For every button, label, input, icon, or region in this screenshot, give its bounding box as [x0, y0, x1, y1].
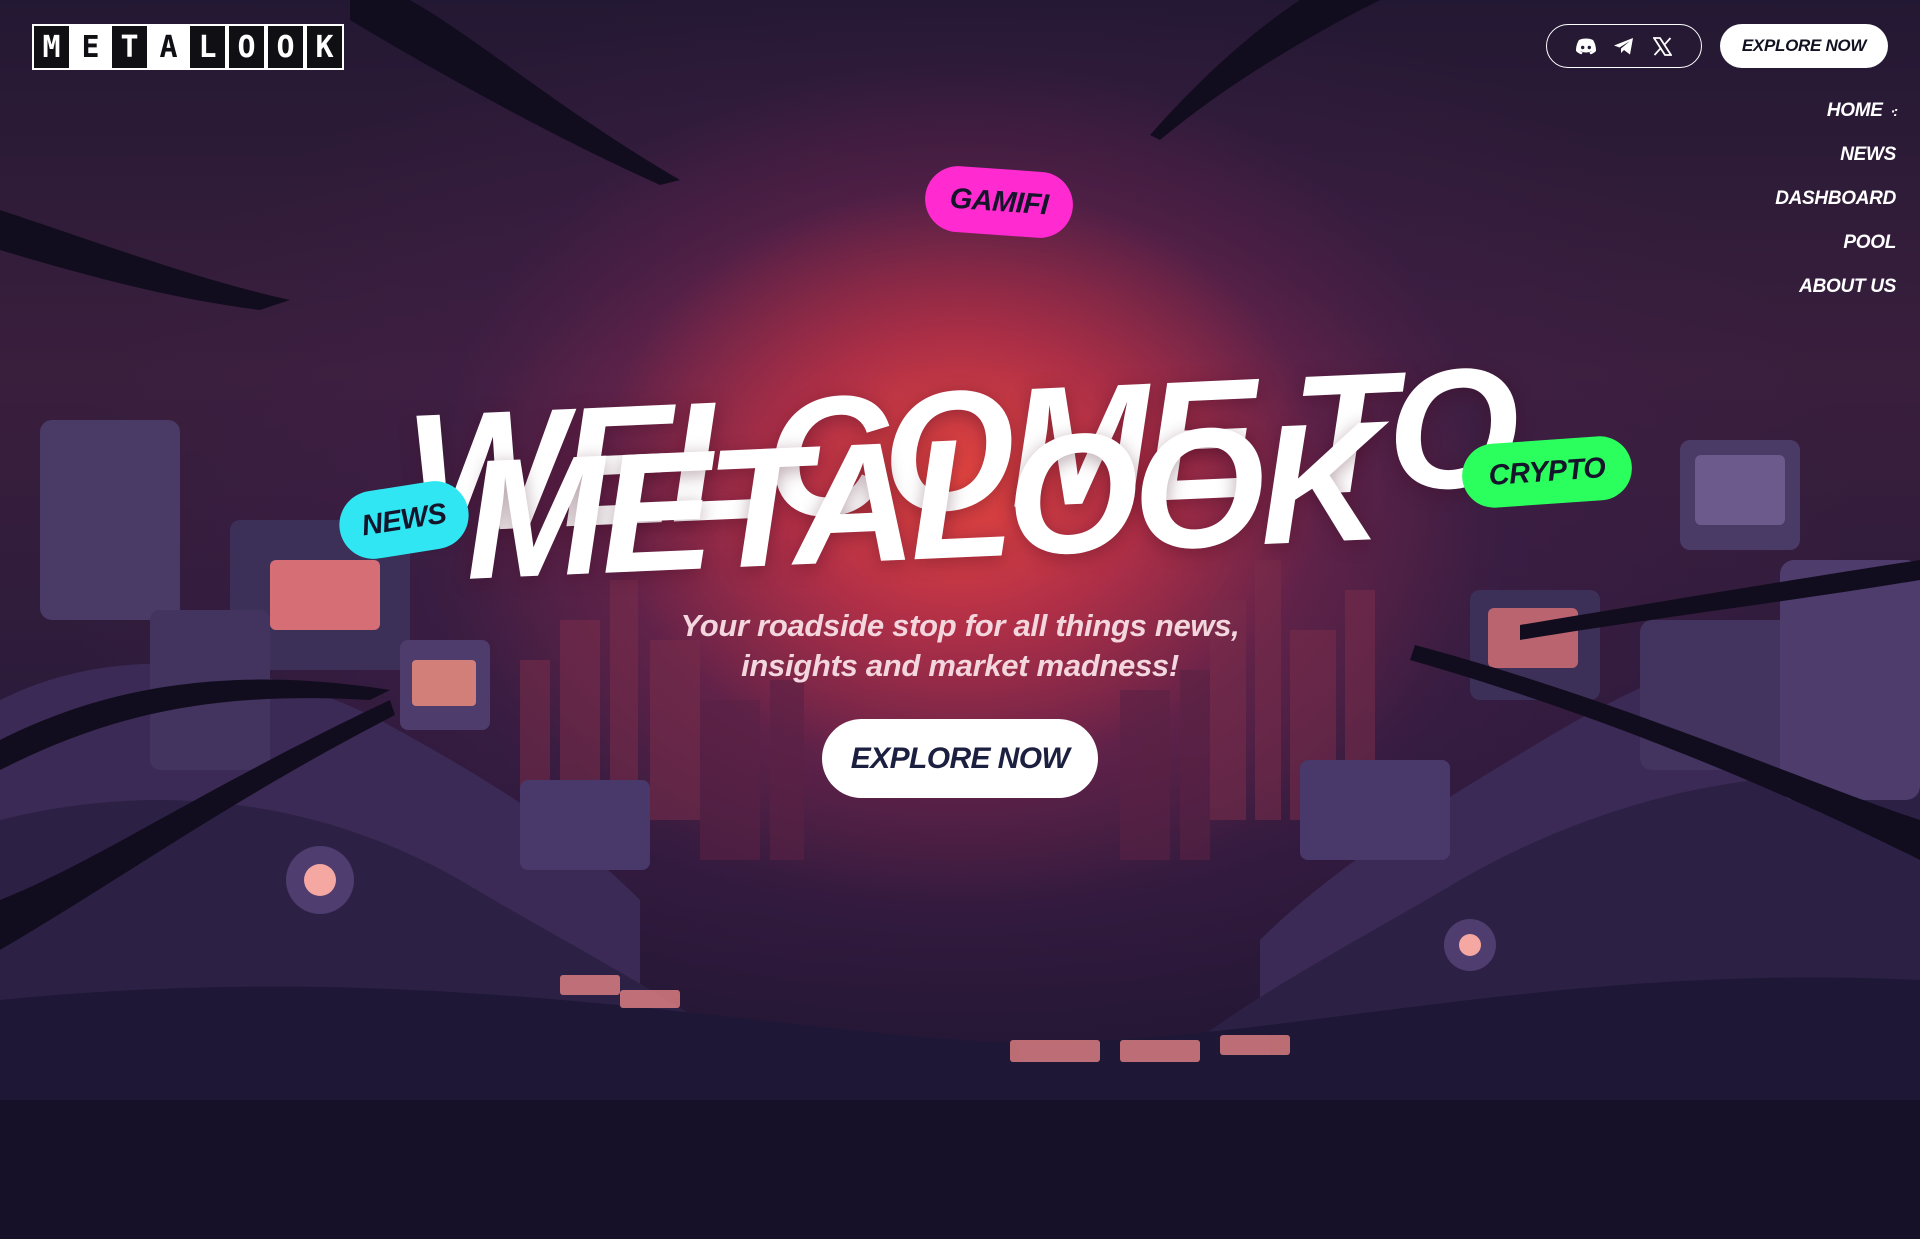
- nav-item-about-us[interactable]: ABOUT US: [1799, 274, 1896, 300]
- x-icon[interactable]: [1651, 35, 1673, 57]
- explore-now-header-button[interactable]: EXPLORE NOW: [1720, 24, 1888, 68]
- logo-letter: O: [266, 24, 305, 70]
- nav-item-label: DASHBOARD: [1775, 188, 1896, 209]
- telegram-icon[interactable]: [1613, 35, 1635, 57]
- metalook-logo[interactable]: M E T A L O O K: [32, 24, 344, 70]
- nav-item-label: HOME: [1826, 100, 1883, 121]
- logo-letter: O: [227, 24, 266, 70]
- side-navigation: HOME ·: NEWS DASHBOARD POOL ABOUT US: [1775, 98, 1898, 300]
- logo-letter: K: [305, 24, 344, 70]
- nav-item-label: NEWS: [1840, 144, 1896, 165]
- tag-crypto: CRYPTO: [1459, 434, 1635, 510]
- explore-now-hero-button[interactable]: EXPLORE NOW: [822, 719, 1098, 798]
- logo-letter: L: [188, 24, 227, 70]
- hero-subtitle: Your roadside stop for all things news, …: [560, 606, 1360, 686]
- logo-letter: E: [71, 24, 110, 70]
- social-links: [1546, 24, 1702, 68]
- logo-letter: A: [149, 24, 188, 70]
- nav-item-label: ABOUT US: [1799, 276, 1896, 297]
- hero-subtitle-line1: Your roadside stop for all things news,: [680, 608, 1240, 643]
- nav-item-news[interactable]: NEWS: [1840, 142, 1896, 168]
- active-indicator-icon: ·:: [1890, 103, 1898, 119]
- nav-item-home[interactable]: HOME ·:: [1826, 98, 1898, 124]
- logo-letter: M: [32, 24, 71, 70]
- nav-item-pool[interactable]: POOL: [1843, 230, 1896, 256]
- hero-subtitle-line2: insights and market madness!: [741, 648, 1179, 683]
- nav-item-dashboard[interactable]: DASHBOARD: [1775, 186, 1896, 212]
- tag-gamifi: GAMIFI: [922, 163, 1076, 241]
- discord-icon[interactable]: [1575, 35, 1597, 57]
- nav-item-label: POOL: [1843, 232, 1896, 253]
- page: M E T A L O O K EXPLORE NOW HOME ·: NEWS…: [0, 0, 1920, 1239]
- logo-letter: T: [110, 24, 149, 70]
